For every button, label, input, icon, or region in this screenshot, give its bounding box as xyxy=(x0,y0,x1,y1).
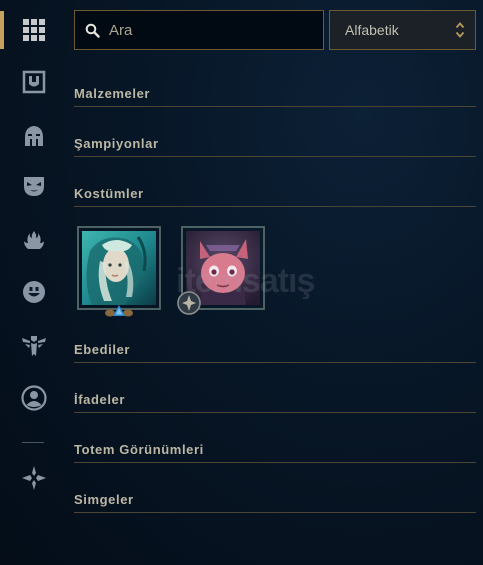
sidebar xyxy=(0,0,66,565)
skin-tile[interactable] xyxy=(77,226,161,310)
blue-triangle-badge-icon xyxy=(105,305,133,317)
sort-dropdown[interactable]: Alfabetik xyxy=(329,10,476,50)
section-icons[interactable]: Simgeler xyxy=(74,492,476,513)
shield-crest-icon[interactable] xyxy=(20,68,48,96)
section-ward-skins[interactable]: Totem Görünümleri xyxy=(74,442,476,463)
section-title: Ebediler xyxy=(74,342,131,357)
flame-icon[interactable] xyxy=(20,226,48,254)
section-title: Kostümler xyxy=(74,186,144,201)
sidebar-divider xyxy=(22,442,44,443)
diamond-emblem-icon[interactable] xyxy=(20,464,48,492)
section-title: Malzemeler xyxy=(74,86,151,101)
section-skins[interactable]: Kostümler xyxy=(74,186,476,207)
section-title: Simgeler xyxy=(74,492,134,507)
sort-selected-label: Alfabetik xyxy=(345,22,399,38)
watermark-logo: itemsatış xyxy=(176,262,315,300)
section-champions[interactable]: Şampiyonlar xyxy=(74,136,476,157)
search-box[interactable] xyxy=(74,10,324,50)
section-emotes[interactable]: İfadeler xyxy=(74,392,476,413)
smiley-icon[interactable] xyxy=(20,278,48,306)
helmet-icon[interactable] xyxy=(20,122,48,150)
section-items[interactable]: Malzemeler xyxy=(74,86,476,107)
up-down-arrows-icon xyxy=(455,21,465,39)
section-title: Totem Görünümleri xyxy=(74,442,204,457)
skin-badge-frame xyxy=(103,304,135,317)
active-indicator xyxy=(0,11,4,49)
ward-totem-icon[interactable] xyxy=(20,332,48,360)
search-input[interactable] xyxy=(109,21,309,39)
profile-icon[interactable] xyxy=(20,384,48,412)
section-eternals[interactable]: Ebediler xyxy=(74,342,476,363)
mask-icon[interactable] xyxy=(20,172,48,200)
section-title: Şampiyonlar xyxy=(74,136,159,151)
skin-portrait xyxy=(82,231,156,305)
section-title: İfadeler xyxy=(74,392,126,407)
search-icon xyxy=(85,22,101,38)
grid-icon[interactable] xyxy=(20,16,48,44)
